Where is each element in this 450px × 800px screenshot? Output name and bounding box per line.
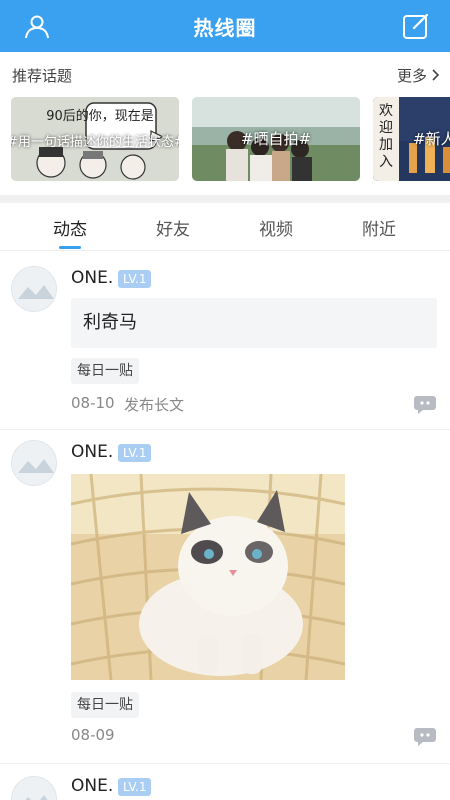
topic-tag: #用一句话描述你的生活状态# — [11, 135, 179, 150]
topic-tag: #晒自拍# — [240, 130, 312, 148]
chevron-right-icon — [432, 69, 440, 81]
level-badge: LV.1 — [118, 444, 152, 462]
top-bar: 热线圈 — [0, 0, 450, 52]
topic-card[interactable]: 欢迎加入 #新人 — [373, 97, 450, 181]
post-card[interactable]: ONE. LV.1 — [0, 764, 450, 800]
username[interactable]: ONE. — [71, 268, 113, 288]
active-tab-indicator — [59, 246, 81, 249]
mountain-avatar-icon — [12, 777, 56, 800]
post-text[interactable]: 利奇马 — [71, 298, 437, 348]
post-card[interactable]: ONE. LV.1 利奇马 每日一贴 08-10 发布长文 — [0, 252, 450, 430]
cat-photo — [71, 474, 345, 680]
user-icon[interactable] — [24, 13, 50, 39]
mountain-avatar-icon — [12, 267, 56, 311]
avatar[interactable] — [11, 776, 57, 800]
art-text: 欢迎加入 — [379, 103, 393, 170]
topic-chip[interactable]: 每日一贴 — [71, 692, 139, 718]
tab-video[interactable]: 视频 — [236, 215, 316, 240]
tab-friends[interactable]: 好友 — [133, 215, 213, 240]
topic-chip[interactable]: 每日一贴 — [71, 358, 139, 384]
avatar[interactable] — [11, 266, 57, 312]
topic-card[interactable]: 90后的你，现在是 #用一句话描述你的生活状态# — [11, 97, 179, 181]
post-type: 发布长文 — [124, 396, 185, 414]
post-date: 08-09 — [71, 726, 115, 744]
page-title: 热线圈 — [193, 15, 257, 40]
topic-carousel[interactable]: 90后的你，现在是 #用一句话描述你的生活状态# #晒自拍# 欢迎加入 #新人 — [0, 97, 450, 181]
post-date: 08-10 — [71, 394, 115, 412]
username[interactable]: ONE. — [71, 442, 113, 462]
section-divider — [0, 195, 450, 203]
post-image[interactable] — [71, 474, 345, 680]
compose-icon[interactable] — [402, 12, 430, 40]
avatar[interactable] — [11, 440, 57, 486]
section-title: 推荐话题 — [12, 66, 73, 85]
comment-icon[interactable] — [414, 728, 436, 746]
level-badge: LV.1 — [118, 778, 152, 796]
feed-tabs: 动态 好友 视频 附近 — [0, 203, 450, 251]
mountain-avatar-icon — [12, 441, 56, 485]
topic-tag: #新人 — [413, 130, 450, 148]
tab-nearby[interactable]: 附近 — [339, 215, 419, 240]
more-link[interactable]: 更多 — [397, 65, 440, 86]
more-label: 更多 — [396, 66, 427, 85]
tab-dynamic[interactable]: 动态 — [30, 215, 110, 240]
recommended-topics: 推荐话题 更多 90后的你，现在是 #用一句话描述你的生活状态# #晒自拍# 欢… — [0, 52, 450, 195]
level-badge: LV.1 — [118, 270, 152, 288]
comment-icon[interactable] — [414, 396, 436, 414]
topic-card[interactable]: #晒自拍# — [192, 97, 360, 181]
username[interactable]: ONE. — [71, 776, 113, 796]
post-card[interactable]: ONE. LV.1 — [0, 430, 450, 764]
art-text: 90后的你，现在是 — [46, 109, 154, 124]
